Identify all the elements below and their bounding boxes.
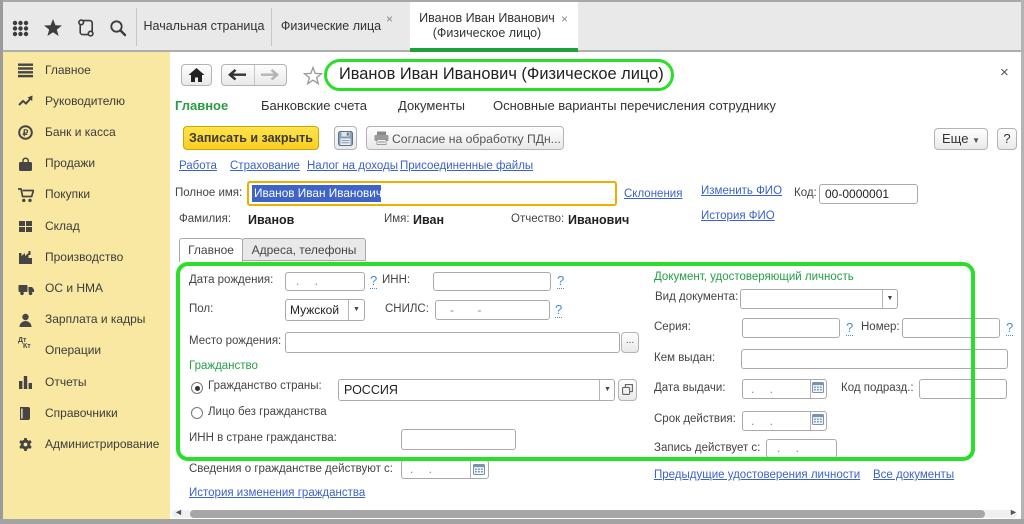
svg-text:₽: ₽ bbox=[23, 128, 29, 138]
